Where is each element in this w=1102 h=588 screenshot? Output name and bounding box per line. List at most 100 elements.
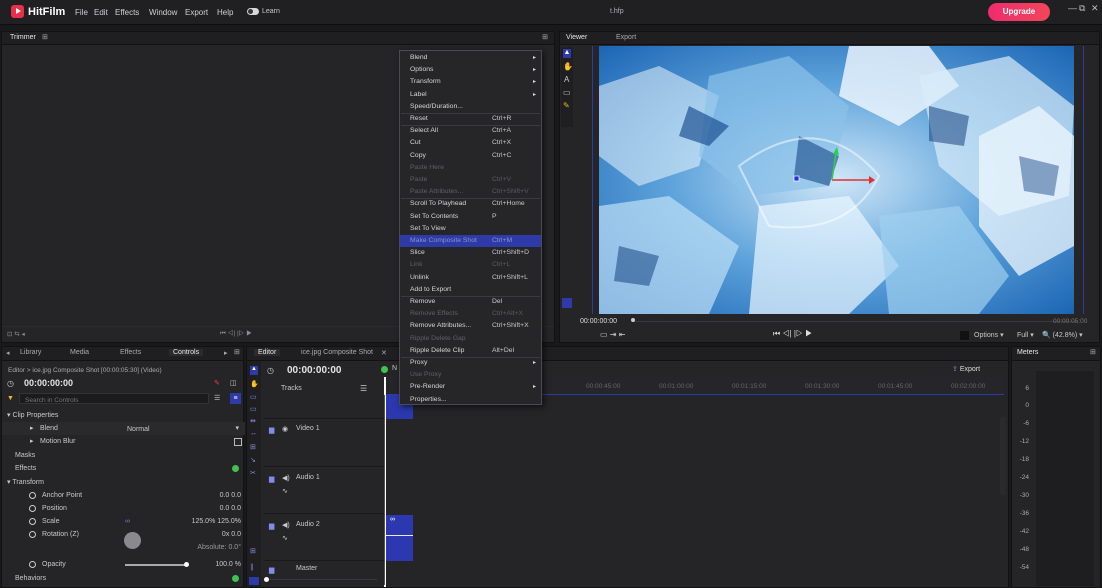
context-menu-item[interactable]: Proxy ▸	[400, 357, 541, 369]
rate-tool-icon[interactable]: ↘	[250, 456, 256, 464]
anchor-keyframe-icon[interactable]	[29, 492, 36, 499]
opacity-slider-handle[interactable]	[184, 562, 189, 567]
new-track-icon[interactable]	[381, 366, 388, 373]
menu-effects[interactable]: Effects	[115, 8, 139, 17]
viewer-canvas[interactable]	[599, 46, 1074, 314]
learn-toggle[interactable]	[247, 8, 259, 15]
context-menu-item[interactable]: Reset Ctrl+R	[400, 113, 541, 125]
behaviors-add-icon[interactable]	[232, 575, 239, 582]
tab-scroll-left-icon[interactable]: ◂	[6, 349, 10, 357]
grid-view-icon[interactable]: ≡	[230, 393, 241, 404]
context-menu-item[interactable]: Transform ▸	[400, 76, 541, 88]
controls-timecode[interactable]: 00:00:00:00	[24, 377, 73, 390]
opacity-keyframe-icon[interactable]	[29, 561, 36, 568]
context-menu-item[interactable]: Options ▸	[400, 64, 541, 76]
editor-timecode[interactable]: 00:00:00:00	[287, 365, 341, 376]
context-menu-item[interactable]: Set To View	[400, 223, 541, 235]
tab-library[interactable]: Library	[20, 349, 41, 356]
context-menu-item[interactable]: Add to Export	[400, 284, 541, 296]
keyframe-icon[interactable]: ✎	[214, 377, 220, 390]
tab-media[interactable]: Media	[70, 349, 89, 356]
editor-export-button[interactable]: ⇪ Export	[952, 365, 980, 373]
menu-edit[interactable]: Edit	[94, 8, 108, 17]
slice-tool-icon[interactable]: ✂	[250, 469, 256, 477]
viewer-scrubber[interactable]	[632, 321, 1077, 322]
viewer-left-controls[interactable]: ▭ ⇥ ⇤	[600, 330, 625, 339]
context-menu-item[interactable]: Copy Ctrl+C	[400, 150, 541, 162]
fit-view-icon[interactable]	[562, 298, 572, 308]
tab-export[interactable]: Export	[616, 34, 636, 41]
effects-enabled-icon[interactable]	[232, 465, 239, 472]
context-menu-item[interactable]: Blend ▸	[400, 52, 541, 64]
lock-icon[interactable]: ▆	[269, 426, 274, 434]
rotation-keyframe-icon[interactable]	[29, 531, 36, 538]
tab-composite-shot[interactable]: ice.jpg Composite Shot	[301, 349, 373, 356]
masks-row[interactable]: Masks	[2, 449, 245, 462]
context-menu-item[interactable]: Set To Contents P	[400, 211, 541, 223]
panel-options-icon[interactable]: ⊞	[234, 348, 240, 356]
lock-icon[interactable]: ▆	[269, 522, 274, 530]
tab-viewer[interactable]: Viewer	[566, 34, 587, 41]
opacity-slider[interactable]	[125, 562, 189, 567]
track-select-icon[interactable]: ▭	[250, 393, 257, 401]
mask-tool-icon[interactable]: ▭	[563, 88, 571, 97]
context-menu-item[interactable]: Ripple Delete Clip Alt+Del	[400, 345, 541, 357]
zoom-slider-handle[interactable]	[264, 577, 269, 582]
context-menu-item[interactable]: Select All Ctrl+A	[400, 125, 541, 137]
context-menu-item[interactable]: Label ▸	[400, 89, 541, 101]
menu-file[interactable]: File	[75, 8, 88, 17]
slip-tool-icon[interactable]: ⇹	[250, 417, 256, 425]
filter-icon[interactable]: ▼	[7, 392, 14, 405]
lock-icon[interactable]: ▆	[269, 566, 274, 574]
tab-meters[interactable]: Meters	[1017, 349, 1038, 356]
viewer-playhead[interactable]	[631, 318, 635, 322]
panel-options-icon[interactable]: ⊞	[1090, 348, 1096, 356]
context-menu-item[interactable]: Slice Ctrl+Shift+D	[400, 247, 541, 259]
scale-values[interactable]: 125.0% 125.0%	[192, 515, 241, 528]
ripple-tool-icon[interactable]: ↔	[250, 430, 257, 437]
hand-tool-icon[interactable]: ✋	[563, 62, 573, 71]
viewer-quality-dropdown[interactable]: Full ▾	[1017, 331, 1034, 339]
speaker-icon[interactable]: ◀)	[282, 521, 290, 529]
tab-controls[interactable]: Controls	[169, 349, 204, 356]
controls-search-input[interactable]: Search in Controls	[19, 393, 209, 404]
menu-help[interactable]: Help	[217, 8, 233, 17]
link-icon[interactable]: ∞	[125, 515, 130, 528]
viewer-zoom-dropdown[interactable]: 🔍 (42.8%) ▾	[1042, 331, 1083, 339]
tab-scroll-right-icon[interactable]: ▸	[224, 349, 228, 357]
behaviors-row[interactable]: Behaviors	[2, 572, 245, 585]
trimmer-tool-icons[interactable]: ⊡ ⇆ ◂	[7, 330, 25, 338]
context-menu-item[interactable]: Remove Del	[400, 296, 541, 308]
effects-row[interactable]: Effects	[2, 462, 245, 475]
motion-blur-checkbox[interactable]	[234, 438, 242, 446]
minimize-icon[interactable]: —	[1068, 3, 1077, 13]
speaker-icon[interactable]: ◀)	[282, 474, 290, 482]
waveform-icon[interactable]: ∿	[282, 534, 288, 542]
rotation-values[interactable]: 0x 0.0	[222, 528, 241, 541]
list-view-icon[interactable]: ☰	[214, 392, 220, 405]
roll-tool-icon[interactable]: ⊞	[250, 443, 256, 451]
hand-tool-icon[interactable]: ✋	[250, 380, 259, 388]
track-forward-icon[interactable]: ▭	[250, 405, 257, 413]
motion-blur-expand-icon[interactable]: ▸	[30, 435, 34, 448]
viewer-safe-toggle[interactable]	[960, 331, 969, 340]
viewer-options-dropdown[interactable]: Options ▾	[974, 331, 1004, 339]
tracks-menu-icon[interactable]: ☰	[360, 384, 367, 393]
blend-dropdown[interactable]: Normal ▾	[127, 423, 242, 434]
position-keyframe-icon[interactable]	[29, 505, 36, 512]
blend-expand-icon[interactable]: ▸	[30, 422, 34, 435]
waveform-icon[interactable]: ∿	[282, 487, 288, 495]
maximize-icon[interactable]: ⧉	[1079, 3, 1085, 14]
tab-trimmer[interactable]: Trimmer	[10, 34, 36, 41]
zoom-slider[interactable]	[267, 579, 377, 580]
visibility-icon[interactable]: ◉	[282, 425, 288, 433]
tab-editor[interactable]: Editor	[254, 349, 281, 356]
snap-icon[interactable]: ⊞	[250, 547, 256, 555]
pen-tool-icon[interactable]: ✎	[563, 101, 570, 110]
audio-clip[interactable]: ∞	[386, 515, 413, 561]
context-menu-item[interactable]: Pre-Render ▸	[400, 381, 541, 393]
position-values[interactable]: 0.0 0.0	[220, 502, 241, 515]
select-tool-icon[interactable]: ▲	[563, 49, 571, 58]
zoom-fit-icon[interactable]	[249, 577, 259, 585]
context-menu-item[interactable]: Unlink Ctrl+Shift+L	[400, 272, 541, 284]
